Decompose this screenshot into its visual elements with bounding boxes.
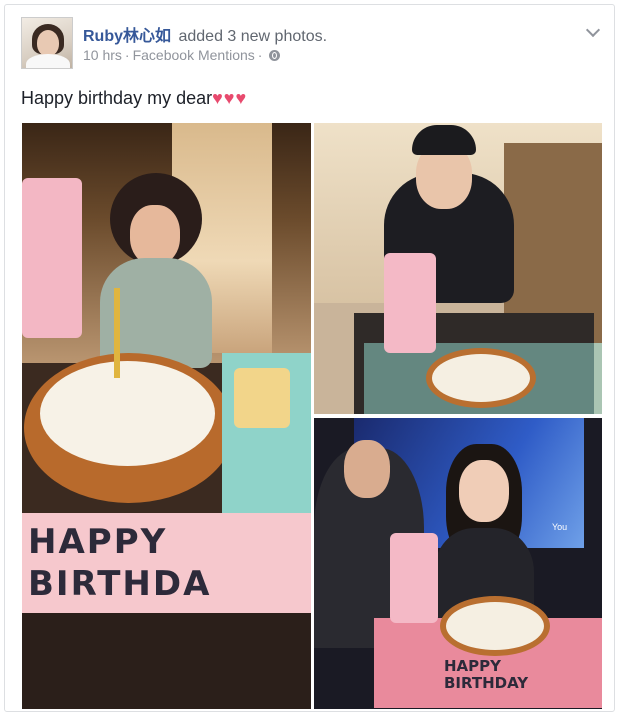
hearts-icon: ♥♥♥ xyxy=(212,88,248,108)
woman-face xyxy=(459,460,509,522)
avatar-face xyxy=(37,30,59,56)
post-timestamp[interactable]: 10 hrs xyxy=(83,47,122,63)
man-cap xyxy=(412,125,476,155)
pink-toy-fridge xyxy=(384,253,436,353)
birthday-banner: HAPPY BIRTHDA xyxy=(22,513,311,613)
post-source-link[interactable]: Facebook Mentions xyxy=(133,47,255,63)
globe-icon[interactable] xyxy=(269,50,281,61)
post-meta: 10 hrs · Facebook Mentions · xyxy=(83,47,281,63)
photo-bottom-shadow xyxy=(22,613,311,709)
meta-separator: · xyxy=(124,47,130,63)
mini-cake xyxy=(234,368,290,428)
cake-cream xyxy=(40,361,215,466)
birthday-banner-text: HAPPY BIRTHDA xyxy=(28,522,212,604)
birthday-cake xyxy=(440,596,550,656)
post-caption-text: Happy birthday my dear xyxy=(21,88,213,108)
post-action-text: added 3 new photos. xyxy=(178,28,328,45)
photo-1[interactable]: HAPPY BIRTHDA xyxy=(22,123,311,709)
pink-toy-fridge xyxy=(390,533,438,623)
feed-post: Ruby林心如 added 3 new photos. 10 hrs · Faceb… xyxy=(4,4,615,712)
man-face xyxy=(344,440,390,498)
chevron-down-icon[interactable] xyxy=(585,22,601,38)
tv-screen-text: You xyxy=(552,522,568,532)
cake-candle xyxy=(114,288,120,378)
author-name-link[interactable]: Ruby林心如 xyxy=(83,28,171,45)
photo-3[interactable]: You HAPPY BIRTHDAY xyxy=(314,418,602,709)
author-avatar[interactable] xyxy=(21,17,73,69)
figurine-face xyxy=(130,205,180,265)
post-header: Ruby林心如 added 3 new photos. 10 hrs · Faceb… xyxy=(21,17,601,73)
avatar-shoulders xyxy=(26,54,70,68)
birthday-banner-text: HAPPY BIRTHDAY xyxy=(444,657,529,692)
meta-separator-2: · xyxy=(257,47,263,63)
post-title-line: Ruby林心如 added 3 new photos. xyxy=(83,22,327,46)
birthday-cake xyxy=(426,348,536,408)
pink-toy-fridge xyxy=(22,178,82,338)
photo-2[interactable] xyxy=(314,123,602,414)
post-caption: Happy birthday my dear♥♥♥ xyxy=(21,88,247,109)
